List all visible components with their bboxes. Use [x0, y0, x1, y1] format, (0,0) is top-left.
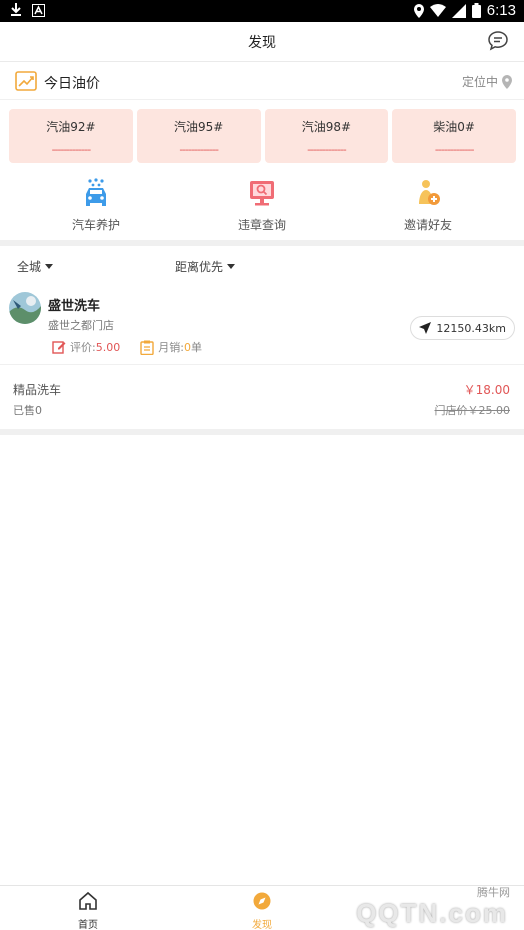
distance-badge[interactable]: 12150.43km [410, 316, 515, 340]
violation-query-label: 违章查询 [237, 218, 286, 232]
wifi-icon [429, 4, 446, 17]
a-icon [32, 3, 45, 17]
sort-filter-dropdown[interactable]: 距离优先 [175, 258, 236, 275]
product-original-price: 门店价￥25.00 [434, 404, 511, 417]
oil-type: 汽油95# [173, 120, 224, 134]
oil-type: 柴油0# [433, 120, 475, 134]
oil-type: 汽油92# [46, 120, 96, 134]
product-sold: 已售0 [13, 404, 42, 417]
tab-home-label: 首页 [78, 920, 98, 930]
distance-text: 12150.43km [436, 321, 506, 335]
rating-label: 评价: [70, 341, 96, 354]
store-meta: 评价: 5.00 月销: 0 单 [52, 339, 222, 355]
home-icon [79, 891, 97, 910]
oil-price-title: 今日油价 [44, 76, 100, 92]
store-avatar [9, 292, 41, 324]
store-avatar-image [9, 292, 41, 324]
oil-price-card: 汽油98# ------------- [264, 109, 389, 163]
store-monthly-sales: 月销: 0 单 [140, 339, 202, 355]
rating-value: 5.00 [95, 340, 121, 354]
trend-chart-icon [15, 71, 37, 91]
message-icon[interactable] [486, 29, 510, 53]
filter-bar: 全城 距离优先 [0, 252, 524, 278]
watermark: 腾牛网 QQTN.com [308, 874, 518, 930]
sales-unit: 单 [190, 341, 202, 354]
invite-friends-button[interactable]: 邀请好友 [368, 178, 488, 233]
oil-price-value: ------------- [307, 143, 347, 156]
page-title: 发现 [248, 35, 276, 51]
sales-label: 月销: [158, 341, 184, 354]
oil-price-value: ------------- [51, 143, 92, 156]
oil-price-header: 今日油价 定位中 [0, 62, 524, 100]
oil-type: 汽油98# [301, 120, 352, 134]
oil-price-card: 柴油0# ------------- [392, 109, 516, 163]
clipboard-icon [140, 340, 154, 355]
area-filter-dropdown[interactable]: 全城 [17, 258, 54, 275]
oil-price-card: 汽油92# ------------- [9, 109, 133, 163]
battery-icon [471, 3, 481, 18]
header: 发现 [0, 22, 524, 62]
product-item[interactable]: 精品洗车 已售0 ￥18.00 门店价￥25.00 [0, 372, 524, 428]
section-divider [0, 429, 524, 435]
car-wash-icon [86, 178, 106, 206]
oil-price-value: ------------- [179, 143, 219, 156]
compass-icon [253, 892, 271, 910]
edit-icon [52, 341, 66, 354]
area-filter-label: 全城 [17, 260, 42, 274]
invite-friends-label: 邀请好友 [403, 218, 452, 232]
tab-home[interactable]: 首页 [48, 891, 128, 930]
location-pin-icon [502, 74, 512, 89]
location-status-text: 定位中 [461, 75, 498, 89]
status-bar: 6:13 [0, 0, 524, 22]
car-care-button[interactable]: 汽车养护 [36, 178, 156, 233]
store-rating: 评价: 5.00 [52, 339, 120, 355]
store-branch: 盛世之都门店 [48, 319, 114, 332]
tab-discover-label: 发现 [252, 920, 272, 930]
store-card[interactable]: 盛世洗车 盛世之都门店 评价: 5.00 月销: 0 单 12150.43km [0, 285, 524, 365]
caret-down-icon [227, 264, 236, 269]
violation-query-button[interactable]: 违章查询 [202, 178, 322, 233]
sales-value: 0 [183, 340, 191, 354]
car-care-label: 汽车养护 [71, 218, 120, 232]
signal-icon [451, 3, 466, 18]
product-name: 精品洗车 [13, 383, 62, 397]
section-divider [0, 240, 524, 246]
tab-discover[interactable]: 发现 [222, 891, 302, 930]
invite-friend-icon [419, 180, 440, 205]
watermark-logo: QQTN.com [356, 898, 508, 928]
violation-search-icon [250, 181, 274, 206]
location-icon [413, 3, 424, 18]
navigation-arrow-icon [419, 322, 432, 334]
store-name: 盛世洗车 [48, 299, 101, 314]
oil-price-value: ------------- [434, 143, 475, 156]
quick-actions: 汽车养护 违章查询 邀请好友 [0, 178, 524, 238]
caret-down-icon [45, 264, 54, 269]
oil-price-card: 汽油95# ------------- [136, 109, 261, 163]
product-price: ￥18.00 [463, 383, 510, 397]
download-icon [11, 3, 21, 16]
oil-price-cards: 汽油92# ------------- 汽油95# ------------- … [9, 109, 516, 163]
clock: 6:13 [486, 2, 516, 19]
location-status[interactable]: 定位中 [462, 73, 512, 90]
sort-filter-label: 距离优先 [175, 260, 224, 274]
